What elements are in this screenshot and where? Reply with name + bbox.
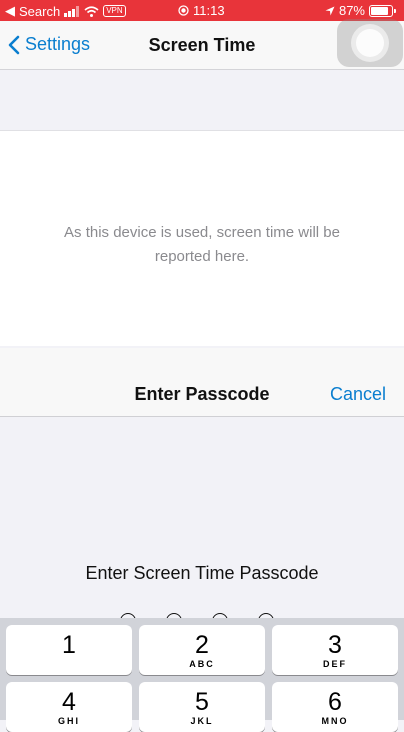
key-5-digit: 5: [195, 688, 209, 716]
location-icon: [325, 6, 335, 15]
assistive-touch-button[interactable]: [337, 19, 403, 67]
battery-icon: [369, 4, 393, 17]
empty-state-message: As this device is used, screen time will…: [64, 224, 340, 265]
key-4-letters: GHI: [57, 716, 80, 726]
key-2[interactable]: 2 ABC: [139, 625, 265, 675]
back-to-app-indicator[interactable]: ◀: [5, 3, 15, 19]
battery-tip: [394, 8, 396, 13]
key-6-digit: 6: [328, 688, 342, 716]
key-1-digit: 1: [62, 631, 76, 659]
status-center: 11:13: [178, 3, 225, 18]
passcode-sheet-body: [0, 417, 404, 617]
key-5[interactable]: 5 JKL: [139, 682, 265, 732]
key-1[interactable]: 1: [6, 625, 132, 675]
status-left: ◀ Search VPN: [5, 3, 126, 19]
header-spacer: [0, 70, 404, 131]
key-4-digit: 4: [62, 688, 76, 716]
key-3-digit: 3: [328, 631, 342, 659]
key-6[interactable]: 6 MNO: [272, 682, 398, 732]
key-4[interactable]: 4 GHI: [6, 682, 132, 732]
numeric-keypad: 1 2 ABC 3 DEF 4 GHI 5 JKL 6 MNO: [0, 618, 404, 732]
status-time: 11:13: [193, 3, 225, 18]
signal-icon: [64, 5, 80, 17]
key-6-letters: MNO: [321, 716, 349, 726]
key-3-letters: DEF: [323, 659, 347, 669]
passcode-sheet-header: Enter Passcode Cancel: [0, 348, 404, 417]
wifi-icon: [84, 5, 99, 17]
assistive-touch-dot: [356, 29, 384, 57]
key-3[interactable]: 3 DEF: [272, 625, 398, 675]
recording-icon: [178, 5, 189, 16]
key-5-letters: JKL: [190, 716, 214, 726]
status-right: 87%: [325, 3, 396, 18]
status-bar: ◀ Search VPN 11:13 87%: [0, 0, 404, 21]
key-2-digit: 2: [195, 631, 209, 659]
cancel-button[interactable]: Cancel: [330, 384, 386, 405]
carrier-label: Search: [19, 3, 61, 19]
assistive-touch-ring: [351, 24, 389, 62]
passcode-prompt: Enter Screen Time Passcode: [85, 563, 319, 583]
vpn-badge: VPN: [103, 5, 126, 17]
battery-percent: 87%: [338, 3, 365, 18]
key-2-letters: ABC: [189, 659, 215, 669]
